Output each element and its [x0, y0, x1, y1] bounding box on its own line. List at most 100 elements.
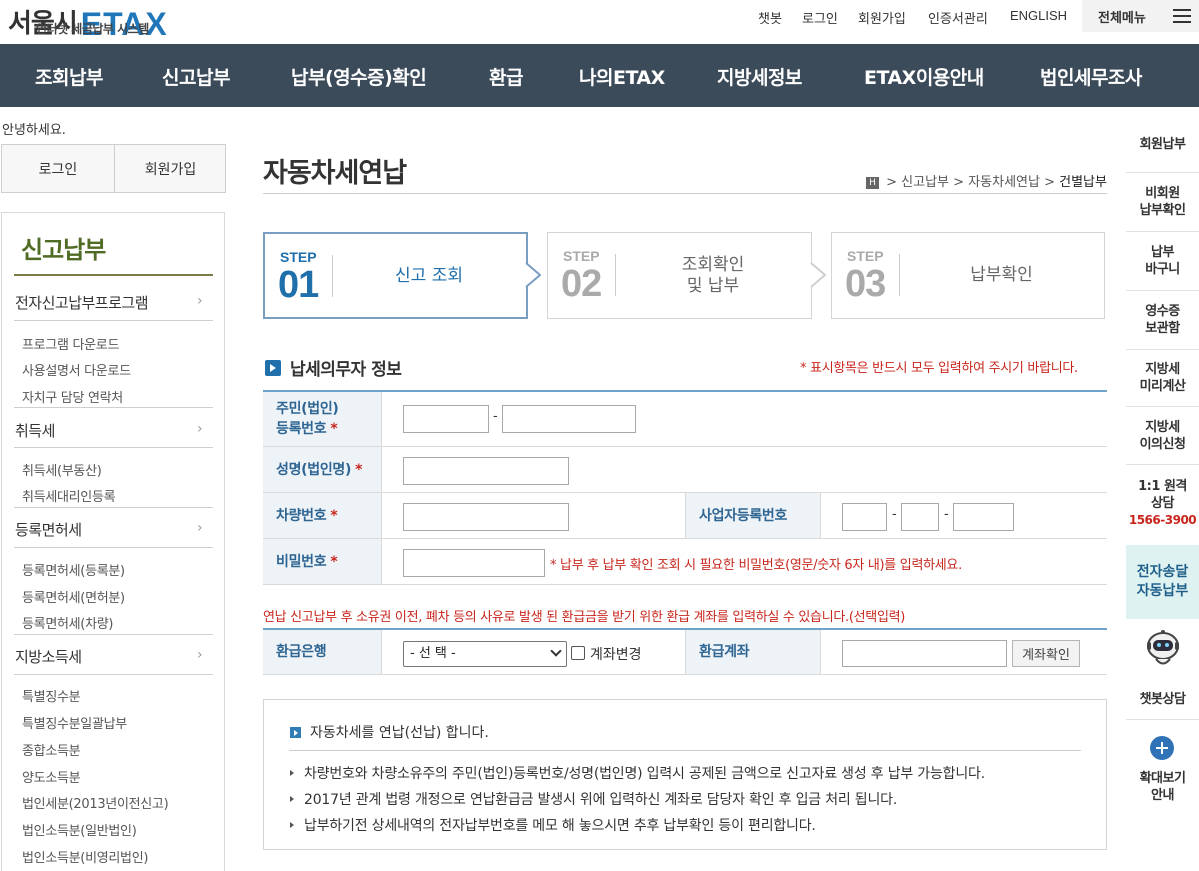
quick-objection[interactable]: 지방세 이의신청: [1126, 419, 1199, 453]
divider: [381, 493, 382, 538]
chatbot-icon[interactable]: [1145, 628, 1181, 672]
gnb-receipt-check[interactable]: 납부(영수증)확인: [291, 63, 427, 90]
form-row-rrn: 주민(법인) 등록번호 * -: [263, 392, 1107, 447]
quick-chatbot[interactable]: 챗봇상담: [1126, 691, 1199, 708]
arrow-right-icon: [290, 726, 301, 738]
breadcrumb-sep: >: [886, 175, 902, 190]
quick-tax-calc[interactable]: 지방세 미리계산: [1126, 361, 1199, 395]
sidebar-item-corp-general[interactable]: 법인소득분(일반법인): [22, 820, 137, 839]
rrn-label: 주민(법인) 등록번호 *: [263, 392, 381, 446]
sidebar-cat-acquisition-tax[interactable]: 취득세: [15, 420, 55, 441]
dash: -: [944, 507, 949, 522]
biz-number-input-3[interactable]: [953, 503, 1014, 531]
util-login-link[interactable]: 로그인: [802, 8, 838, 27]
quick-label-2: 보관함: [1145, 321, 1180, 336]
sidebar-cat-eprogram[interactable]: 전자신고납부프로그램: [15, 292, 149, 313]
rrn-first-input[interactable]: [403, 405, 489, 433]
info-head-text: 자동차세를 연납(선납) 합니다.: [310, 725, 489, 741]
biz-number-input-2[interactable]: [901, 503, 939, 531]
divider: [14, 674, 213, 675]
breadcrumb-report-payment[interactable]: 신고납부: [901, 175, 949, 190]
zoom-plus-icon[interactable]: [1150, 736, 1174, 760]
sidebar-item-comprehensive-income[interactable]: 종합소득분: [22, 740, 81, 759]
sidebar-item-capital-gains[interactable]: 양도소득분: [22, 767, 81, 786]
sidebar-item-corp-nonprofit[interactable]: 법인소득분(비영리법인): [22, 847, 148, 866]
gnb-my-etax[interactable]: 나의ETAX: [579, 63, 665, 90]
quick-member-payment[interactable]: 회원납부: [1126, 136, 1199, 153]
divider: [1126, 719, 1199, 720]
gnb-inquiry-payment[interactable]: 조회납부: [35, 63, 103, 90]
login-join-box: 로그인 회원가입: [1, 144, 226, 193]
chevron-right-icon: ›: [197, 293, 203, 309]
quick-remote-consult[interactable]: 1:1 원격상담 1566-3900: [1126, 478, 1199, 529]
rrn-second-input[interactable]: [502, 405, 636, 433]
refund-bank-select[interactable]: - 선 택 -: [403, 641, 567, 667]
sidebar-cat-registration-tax[interactable]: 등록면허세: [15, 519, 82, 540]
chevron-right-icon: ›: [197, 520, 203, 536]
quick-zoom-guide[interactable]: 확대보기 안내: [1126, 770, 1199, 804]
breadcrumb-current: 건별납부: [1059, 175, 1107, 190]
sidebar-item-reg-license[interactable]: 등록면허세(면허분): [22, 587, 125, 606]
quick-nonmember-check[interactable]: 비회원 납부확인: [1126, 185, 1199, 219]
name-input[interactable]: [403, 457, 569, 485]
divider: [14, 320, 213, 321]
chevron-right-icon: ›: [197, 421, 203, 437]
util-cert-link[interactable]: 인증서관리: [928, 8, 988, 27]
name-label: 성명(법인명) *: [263, 447, 381, 492]
account-change-checkbox[interactable]: [571, 646, 585, 660]
info-item: 2017년 관계 법령 개정으로 연납환급금 발생시 위에 입력하신 계좌로 담…: [290, 789, 897, 809]
section-title-text: 납세의무자 정보: [290, 360, 402, 380]
password-input[interactable]: [403, 549, 545, 577]
biz-number-input-1[interactable]: [842, 503, 887, 531]
sidebar-item-acq-agent[interactable]: 취득세대리인등록: [22, 486, 116, 505]
sidebar-item-reg-vehicle[interactable]: 등록면허세(차량): [22, 613, 113, 632]
required-star: *: [330, 421, 338, 437]
divider: [899, 254, 900, 296]
quick-label-2: 상담: [1151, 496, 1174, 511]
divider: [263, 193, 1107, 194]
name-label-text: 성명(법인명): [276, 461, 352, 478]
quick-label-2: 미리계산: [1139, 379, 1186, 394]
sidebar-item-district-contact[interactable]: 자치구 담당 연락처: [22, 387, 123, 406]
refund-account-input[interactable]: [842, 640, 1007, 667]
quick-payment-basket[interactable]: 납부 바구니: [1126, 244, 1199, 278]
gnb-etax-guide[interactable]: ETAX이용안내: [864, 63, 984, 90]
sidebar-item-manual-download[interactable]: 사용설명서 다운로드: [22, 360, 131, 379]
quick-label-1: 1:1 원격: [1138, 479, 1187, 494]
quick-label-1: 납부: [1151, 245, 1174, 260]
account-check-button[interactable]: 계좌확인: [1012, 640, 1080, 667]
chevron-right-icon: ›: [197, 647, 203, 663]
consult-phone: 1566-3900: [1128, 513, 1197, 527]
sidebar-item-reg-registration[interactable]: 등록면허세(등록분): [22, 560, 125, 579]
sidebar-title: 신고납부: [21, 236, 106, 264]
all-menu-button[interactable]: 전체메뉴: [1082, 0, 1199, 32]
sidebar-cat-local-income-tax[interactable]: 지방소득세: [15, 646, 82, 667]
sidebar-login-button[interactable]: 로그인: [2, 145, 114, 192]
home-icon[interactable]: H: [866, 177, 879, 189]
sidebar-item-acq-realestate[interactable]: 취득세(부동산): [22, 460, 102, 479]
sidebar-item-special-withholding-bulk[interactable]: 특별징수분일괄납부: [22, 713, 127, 732]
quick-e-delivery[interactable]: 전자송달 자동납부: [1126, 545, 1199, 619]
breadcrumb-car-tax[interactable]: 자동차세연납: [968, 175, 1040, 190]
sidebar-join-button[interactable]: 회원가입: [115, 145, 226, 192]
account-change-label[interactable]: 계좌변경: [590, 644, 642, 664]
sidebar-item-program-download[interactable]: 프로그램 다운로드: [22, 334, 119, 353]
quick-receipt-box[interactable]: 영수증 보관함: [1126, 303, 1199, 337]
required-star: *: [330, 507, 338, 524]
gnb-refund[interactable]: 환급: [489, 63, 523, 90]
form-row-car: 차량번호 * 사업자등록번호 - -: [263, 493, 1107, 539]
divider: [14, 547, 213, 548]
gnb-report-payment[interactable]: 신고납부: [162, 63, 230, 90]
divider: [1126, 349, 1199, 350]
util-english-link[interactable]: ENGLISH: [1010, 8, 1067, 23]
sidebar-item-corp-before-2013[interactable]: 법인세분(2013년이전신고): [22, 793, 169, 812]
gnb-corp-audit[interactable]: 법인세무조사: [1040, 63, 1142, 90]
divider: [14, 447, 213, 448]
gnb-local-tax-info[interactable]: 지방세정보: [717, 63, 802, 90]
car-number-input[interactable]: [403, 503, 569, 531]
util-join-link[interactable]: 회원가입: [858, 8, 906, 27]
sidebar-item-special-withholding[interactable]: 특별징수분: [22, 686, 81, 705]
step-label-line1: 조회확인: [681, 254, 745, 275]
divider: [820, 493, 821, 538]
util-chatbot-link[interactable]: 챗봇: [758, 8, 782, 27]
